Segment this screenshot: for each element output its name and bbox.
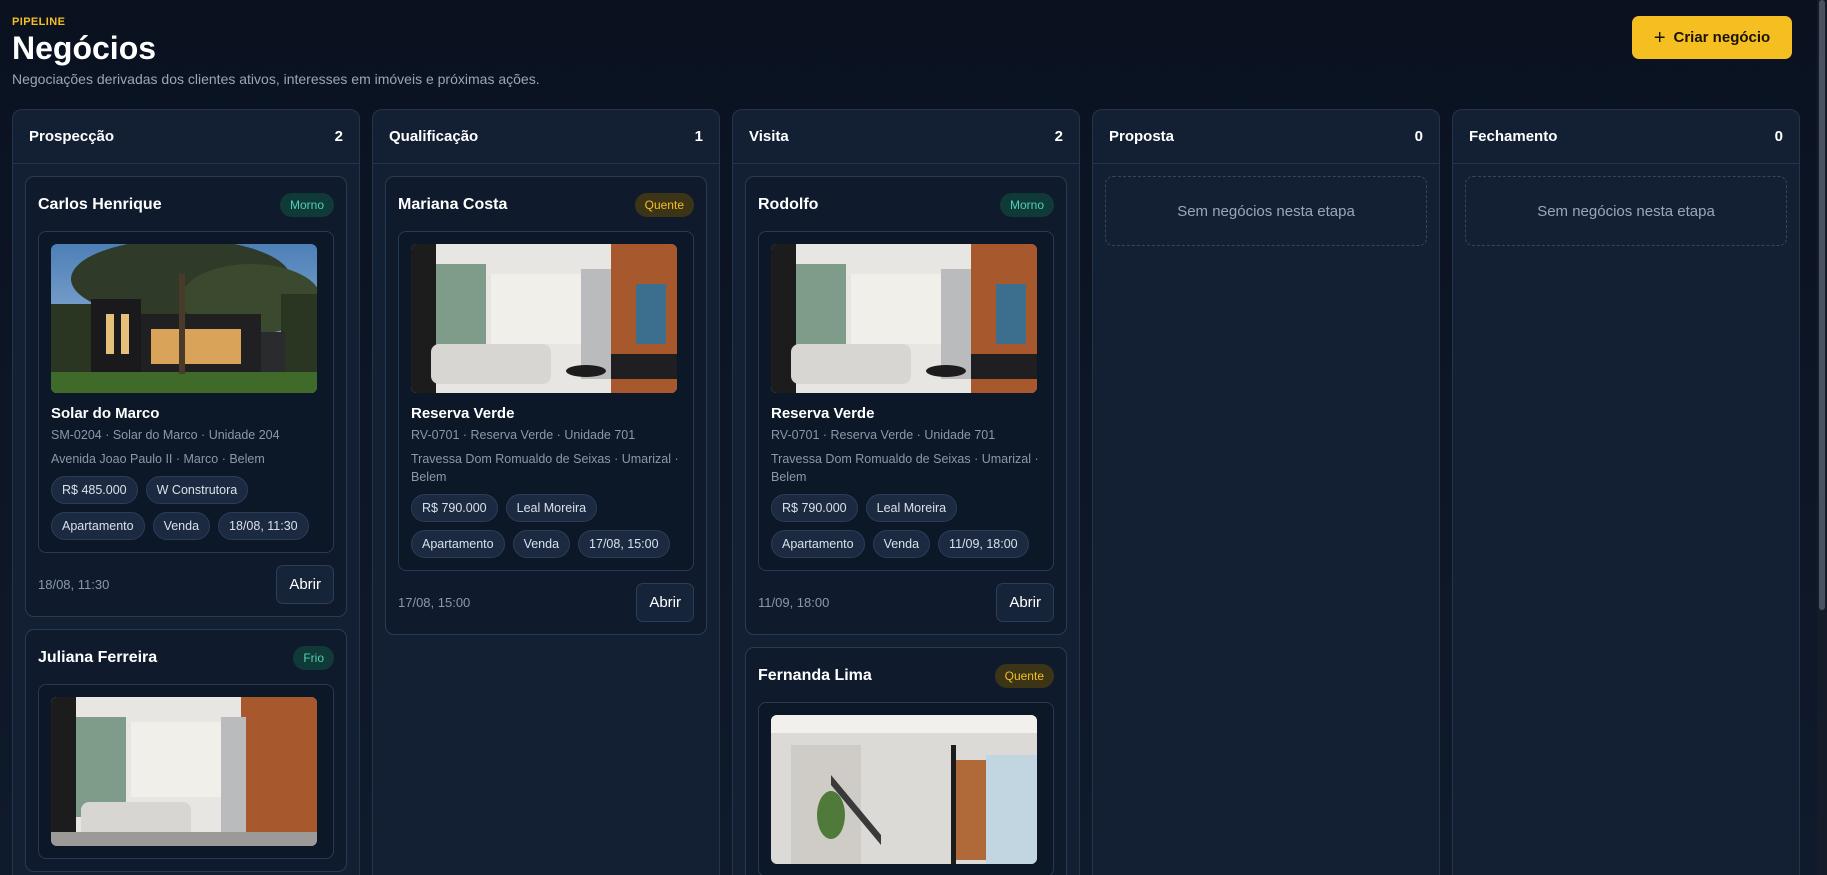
property-chips: R$ 790.000 Leal Moreira Apartamento Vend… bbox=[771, 494, 1041, 558]
deal-client-name: Fernanda Lima bbox=[758, 667, 872, 684]
type-chip: Apartamento bbox=[411, 530, 505, 558]
deal-card-juliana[interactable]: Juliana Ferreira Frio bbox=[25, 629, 347, 872]
column-count: 0 bbox=[1774, 128, 1783, 145]
create-deal-label: Criar negócio bbox=[1673, 29, 1771, 46]
column-header: Qualificação 1 bbox=[373, 110, 719, 164]
deal-card-fernanda[interactable]: Fernanda Lima Quente bbox=[745, 647, 1067, 875]
property-chips: R$ 790.000 Leal Moreira Apartamento Vend… bbox=[411, 494, 681, 558]
property-chips: R$ 485.000 W Construtora Apartamento Ven… bbox=[51, 476, 321, 540]
price-chip: R$ 790.000 bbox=[411, 494, 498, 522]
plus-icon: + bbox=[1653, 26, 1666, 49]
column-title: Qualificação bbox=[389, 128, 479, 145]
deal-date: 18/08, 11:30 bbox=[38, 577, 110, 592]
page-subtitle: Negociações derivadas dos clientes ativo… bbox=[12, 71, 540, 87]
property-name: Reserva Verde bbox=[411, 405, 515, 422]
deal-date: 11/09, 18:00 bbox=[758, 595, 830, 610]
pipeline-board: Prospecção 2 Carlos Henrique Morno Solar… bbox=[12, 109, 1800, 875]
deal-client-name: Juliana Ferreira bbox=[38, 649, 158, 666]
property-card bbox=[38, 684, 334, 859]
type-chip: Apartamento bbox=[771, 530, 865, 558]
property-card: Solar do Marco SM-0204 · Solar do Marco … bbox=[38, 231, 334, 553]
deal-client-name: Mariana Costa bbox=[398, 196, 508, 213]
type-chip: Apartamento bbox=[51, 512, 145, 540]
page-scrollbar[interactable] bbox=[1817, 0, 1827, 875]
column-count: 0 bbox=[1414, 128, 1423, 145]
temperature-badge: Frio bbox=[293, 646, 334, 670]
column-title: Fechamento bbox=[1469, 128, 1558, 145]
create-deal-button[interactable]: + Criar negócio bbox=[1632, 16, 1792, 59]
column-prospeccao: Prospecção 2 Carlos Henrique Morno Solar… bbox=[12, 109, 360, 875]
column-title: Prospecção bbox=[29, 128, 115, 145]
column-fechamento: Fechamento 0 Sem negócios nesta etapa bbox=[1452, 109, 1800, 875]
column-header: Fechamento 0 bbox=[1453, 110, 1799, 164]
page-header: PIPELINE Negócios Negociações derivadas … bbox=[12, 16, 1792, 96]
property-name: Solar do Marco bbox=[51, 405, 160, 422]
property-photo-interior bbox=[411, 244, 677, 393]
builder-chip: W Construtora bbox=[145, 476, 249, 504]
column-title: Visita bbox=[749, 128, 789, 145]
column-visita: Visita 2 Rodolfo Morno Reserva Verde RV-… bbox=[732, 109, 1080, 875]
mode-chip: Venda bbox=[512, 530, 571, 558]
property-photo-interior bbox=[51, 697, 317, 846]
page-title: Negócios bbox=[12, 30, 157, 66]
deal-client-name: Carlos Henrique bbox=[38, 196, 162, 213]
builder-chip: Leal Moreira bbox=[865, 494, 958, 522]
open-deal-button[interactable]: Abrir bbox=[276, 565, 334, 604]
builder-chip: Leal Moreira bbox=[505, 494, 598, 522]
column-header: Visita 2 bbox=[733, 110, 1079, 164]
property-photo-interior bbox=[771, 244, 1037, 393]
temperature-badge: Morno bbox=[279, 193, 334, 217]
column-header: Prospecção 2 bbox=[13, 110, 359, 164]
scrollbar-thumb[interactable] bbox=[1819, 0, 1825, 610]
price-chip: R$ 790.000 bbox=[771, 494, 858, 522]
property-photo-loft bbox=[771, 715, 1037, 864]
temperature-badge: Quente bbox=[994, 664, 1054, 688]
property-name: Reserva Verde bbox=[771, 405, 875, 422]
column-count: 2 bbox=[334, 128, 343, 145]
date-chip: 17/08, 15:00 bbox=[578, 530, 670, 558]
date-chip: 11/09, 18:00 bbox=[938, 530, 1029, 558]
property-photo-house bbox=[51, 244, 317, 393]
empty-column-message: Sem negócios nesta etapa bbox=[1105, 176, 1427, 246]
mode-chip: Venda bbox=[152, 512, 211, 540]
mode-chip: Venda bbox=[872, 530, 931, 558]
property-address: Travessa Dom Romualdo de Seixas · Umariz… bbox=[411, 452, 679, 484]
property-code: RV-0701 · Reserva Verde · Unidade 701 bbox=[411, 428, 636, 442]
page-eyebrow: PIPELINE bbox=[12, 16, 66, 28]
column-qualificacao: Qualificação 1 Mariana Costa Quente Rese… bbox=[372, 109, 720, 875]
column-header: Proposta 0 bbox=[1093, 110, 1439, 164]
temperature-badge: Quente bbox=[634, 193, 694, 217]
deal-card-rodolfo[interactable]: Rodolfo Morno Reserva Verde RV-0701 · Re… bbox=[745, 176, 1067, 635]
deal-date: 17/08, 15:00 bbox=[398, 595, 471, 610]
property-address: Avenida Joao Paulo II · Marco · Belem bbox=[51, 452, 265, 466]
property-code: RV-0701 · Reserva Verde · Unidade 701 bbox=[771, 428, 996, 442]
deal-card-mariana[interactable]: Mariana Costa Quente Reserva Verde RV-07… bbox=[385, 176, 707, 635]
open-deal-button[interactable]: Abrir bbox=[636, 583, 694, 622]
property-card bbox=[758, 702, 1054, 875]
property-card: Reserva Verde RV-0701 · Reserva Verde · … bbox=[398, 231, 694, 571]
column-count: 2 bbox=[1054, 128, 1063, 145]
open-deal-button[interactable]: Abrir bbox=[996, 583, 1054, 622]
empty-column-message: Sem negócios nesta etapa bbox=[1465, 176, 1787, 246]
deal-card-carlos[interactable]: Carlos Henrique Morno Solar do Marco SM-… bbox=[25, 176, 347, 617]
column-count: 1 bbox=[694, 128, 703, 145]
deal-client-name: Rodolfo bbox=[758, 196, 819, 213]
property-code: SM-0204 · Solar do Marco · Unidade 204 bbox=[51, 428, 280, 442]
date-chip: 18/08, 11:30 bbox=[218, 512, 309, 540]
column-title: Proposta bbox=[1109, 128, 1175, 145]
column-proposta: Proposta 0 Sem negócios nesta etapa bbox=[1092, 109, 1440, 875]
property-address: Travessa Dom Romualdo de Seixas · Umariz… bbox=[771, 452, 1039, 484]
temperature-badge: Morno bbox=[999, 193, 1054, 217]
property-card: Reserva Verde RV-0701 · Reserva Verde · … bbox=[758, 231, 1054, 571]
price-chip: R$ 485.000 bbox=[51, 476, 138, 504]
